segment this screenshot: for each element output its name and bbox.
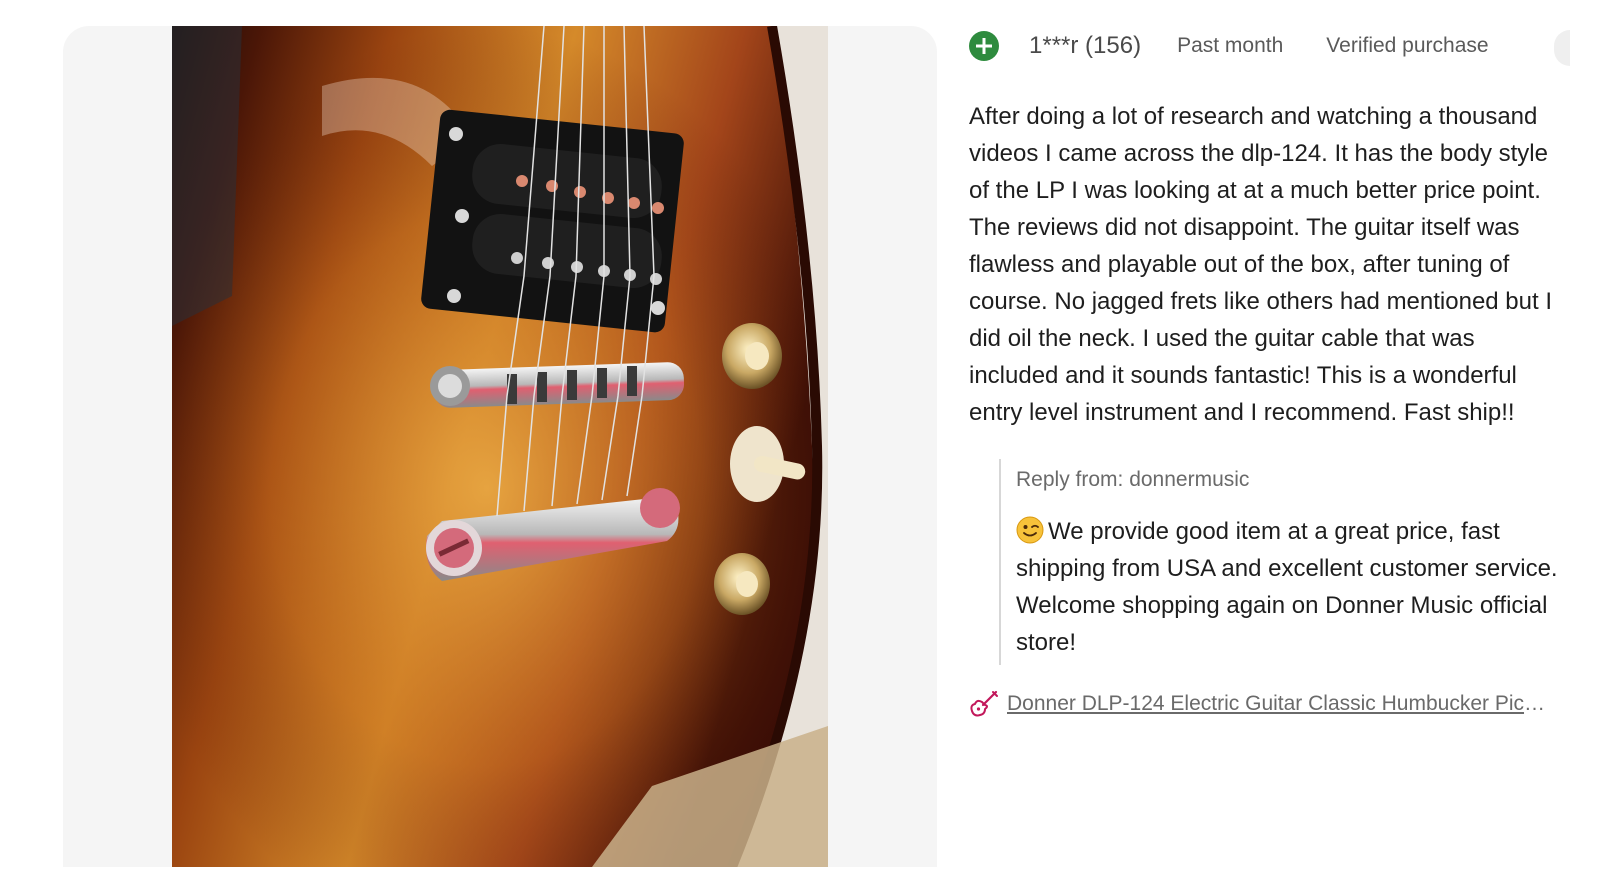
guitar-icon (970, 690, 998, 717)
seller-reply: Reply from: donnermusic We provide good … (999, 459, 1561, 665)
review-body: After doing a lot of research and watchi… (969, 103, 1553, 426)
review-photo[interactable] (172, 26, 828, 867)
winking-face-emoji-icon (1016, 516, 1044, 544)
review-date: Past month (1177, 34, 1284, 57)
verified-purchase-badge: Verified purchase (1326, 34, 1489, 57)
reply-body: We provide good item at a great price, f… (1016, 513, 1561, 661)
next-element-stub (1554, 30, 1570, 66)
product-link-text[interactable]: Donner DLP-124 Electric Guitar Classic H… (1007, 692, 1551, 716)
reply-label: Reply from: donnermusic (1016, 468, 1250, 491)
product-link[interactable]: Donner DLP-124 Electric Guitar Classic H… (969, 690, 1551, 718)
review-meta: 1***r (156) Past month Verified purchase (969, 26, 1570, 66)
review-photo-panel (63, 26, 937, 867)
plus-circle-icon[interactable] (969, 31, 999, 61)
reviewer-name: 1***r (156) (1029, 32, 1142, 59)
review-content: 1***r (156) Past month Verified purchase… (969, 26, 1570, 718)
reply-text: We provide good item at a great price, f… (1016, 518, 1558, 656)
